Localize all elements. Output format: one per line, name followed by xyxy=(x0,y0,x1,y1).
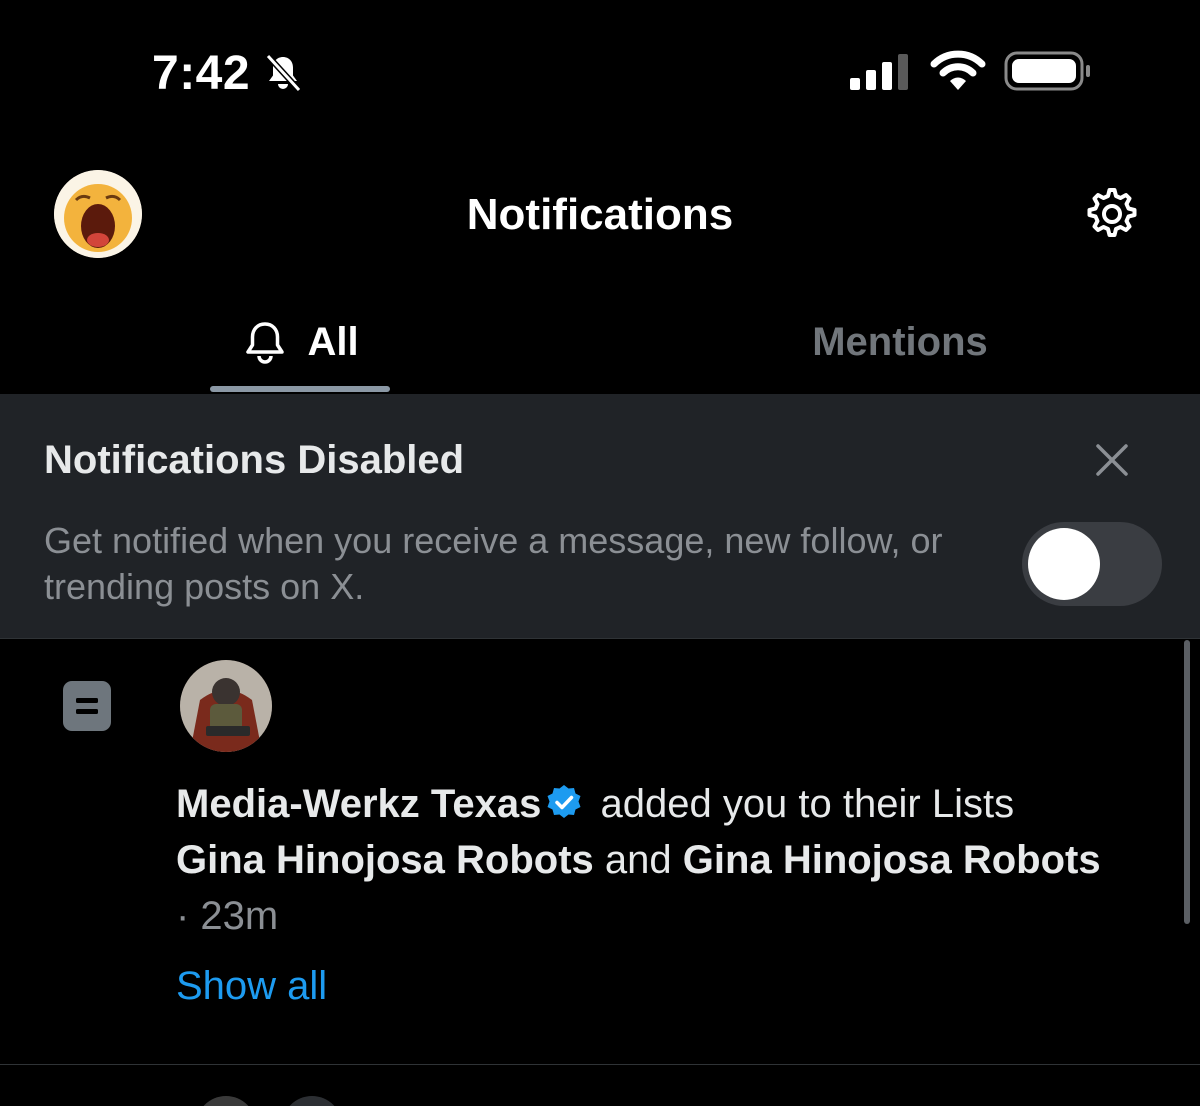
bell-icon xyxy=(246,322,285,364)
tab-mentions-label: Mentions xyxy=(812,319,988,364)
notification-user-name[interactable]: Media-Werkz Texas xyxy=(176,782,541,826)
wifi-icon xyxy=(930,50,986,90)
page-title: Notifications xyxy=(466,190,734,239)
show-all-link[interactable]: Show all xyxy=(176,964,327,1009)
notification-time: · 23m xyxy=(176,894,279,938)
scrollbar[interactable] xyxy=(1184,640,1190,924)
list-name-2[interactable]: Gina Hinojosa Robots xyxy=(683,838,1101,882)
toggle-knob xyxy=(1028,528,1100,600)
gear-icon[interactable] xyxy=(1082,184,1142,244)
signal-icon xyxy=(850,54,908,90)
user-avatar[interactable] xyxy=(180,660,272,752)
notification-conjunction: and xyxy=(604,838,672,882)
bell-off-icon xyxy=(265,53,302,93)
header: Notifications xyxy=(0,160,1200,270)
status-time: 7:42 xyxy=(152,47,251,100)
close-icon[interactable] xyxy=(1090,438,1134,482)
notifications-toggle[interactable] xyxy=(1022,522,1162,606)
notification-text: Media-Werkz Texas added you to their Lis… xyxy=(176,776,1176,944)
verified-badge-icon xyxy=(547,785,581,818)
tab-all-label: All xyxy=(307,319,359,364)
list-name-1[interactable]: Gina Hinojosa Robots xyxy=(176,838,594,882)
next-avatar-1 xyxy=(196,1096,256,1106)
screen: 7:42 Notifications All Mentions Notifica… xyxy=(0,0,1200,1106)
tab-active-indicator xyxy=(210,386,390,392)
banner-title: Notifications Disabled xyxy=(44,438,465,482)
notification-item[interactable]: Media-Werkz Texas added you to their Lis… xyxy=(0,638,1200,1065)
user-avatar-image xyxy=(180,660,272,752)
tabs: All Mentions xyxy=(0,290,1200,394)
tab-all[interactable]: All xyxy=(0,290,600,394)
notification-action: added you to their Lists xyxy=(600,782,1015,826)
list-icon xyxy=(63,681,111,731)
tab-mentions[interactable]: Mentions xyxy=(600,290,1200,394)
battery-icon xyxy=(1004,51,1090,91)
notifications-disabled-banner: Notifications Disabled Get notified when… xyxy=(0,394,1200,639)
banner-body: Get notified when you receive a message,… xyxy=(44,520,943,607)
next-avatar-2 xyxy=(282,1096,342,1106)
status-bar: 7:42 xyxy=(0,0,1200,140)
